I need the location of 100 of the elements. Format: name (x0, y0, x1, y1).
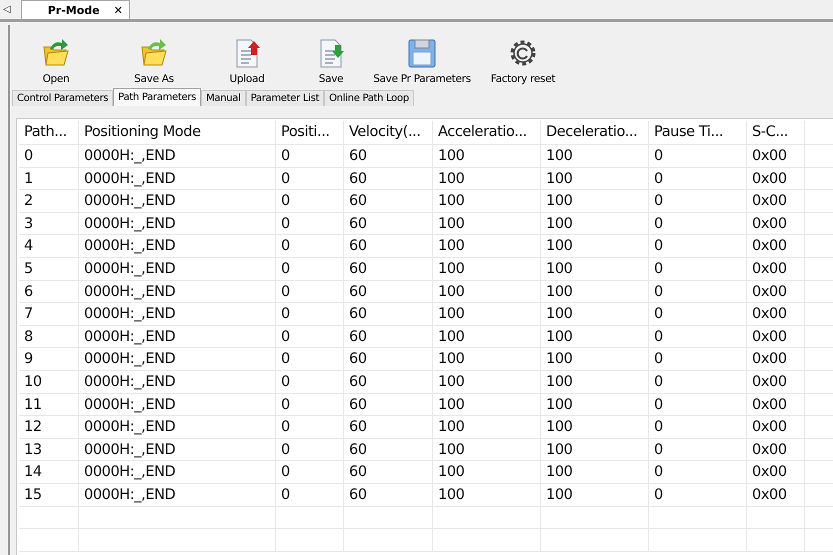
table-cell: 60 (344, 190, 433, 212)
table-cell: 60 (344, 370, 433, 393)
table-cell: 0000H:_,END (79, 212, 276, 234)
table-cell: 0000H:_,END (79, 190, 276, 212)
column-header[interactable]: S-C... (747, 121, 805, 144)
column-header[interactable]: Path... (19, 121, 79, 144)
table-cell: 60 (344, 326, 433, 348)
table-cell: 0 (276, 461, 344, 483)
column-header[interactable]: Acceleratio... (433, 121, 541, 144)
table-cell: 0000H:_,END (79, 484, 276, 506)
tab-title: Pr-Mode (48, 4, 100, 17)
toolbar-button[interactable]: Save Pr Parameters (368, 25, 476, 89)
column-header[interactable]: Deceleratio... (541, 121, 649, 144)
table-cell: 11 (19, 394, 79, 416)
table-cell: 0 (649, 190, 747, 212)
table-cell: 0000H:_,END (79, 394, 276, 416)
table-cell: 15 (19, 484, 79, 506)
tab[interactable]: Control Parameters (12, 90, 114, 106)
table-cell: 0 (649, 145, 747, 167)
table-cell: 100 (433, 235, 541, 257)
table-cell: 0000H:_,END (79, 145, 276, 167)
table-cell: 0x00 (747, 326, 805, 348)
document-tab[interactable]: Pr-Mode ✕ (20, 0, 130, 19)
table-cell: 4 (19, 235, 79, 257)
tab[interactable]: Parameter List (246, 90, 324, 106)
toolbar-button[interactable]: Upload (216, 25, 278, 89)
table-cell: 100 (433, 168, 541, 190)
table-cell: 2 (19, 190, 79, 212)
table-cell: 0 (276, 394, 344, 416)
table-cell: 0 (276, 326, 344, 348)
tab[interactable]: Path Parameters (113, 88, 202, 106)
table-cell: 0x00 (747, 370, 805, 393)
table-cell: 100 (541, 280, 649, 302)
table-cell: 100 (433, 438, 541, 460)
table-cell: 100 (433, 461, 541, 483)
table-cell: 60 (344, 258, 433, 280)
column-header[interactable]: Pause Ti... (649, 121, 747, 144)
table-cell: 100 (541, 326, 649, 348)
table-cell: 0 (276, 168, 344, 190)
table-cell: 100 (433, 145, 541, 167)
table-cell: 60 (344, 235, 433, 257)
table-cell: 0 (276, 484, 344, 506)
column-header[interactable]: Positi... (276, 121, 344, 144)
table-cell: 0 (276, 190, 344, 212)
table-cell: 0 (276, 348, 344, 370)
table-cell: 0x00 (747, 212, 805, 234)
column-header[interactable]: Velocity(... (344, 121, 433, 144)
table-cell: 0 (649, 326, 747, 348)
table-cell: 0x00 (747, 145, 805, 167)
table-cell: 0 (649, 168, 747, 190)
table-cell: 3 (19, 212, 79, 234)
table-cell: 100 (433, 348, 541, 370)
table-cell: 12 (19, 416, 79, 438)
tab[interactable]: Online Path Loop (324, 90, 414, 106)
table-cell: 0x00 (747, 394, 805, 416)
tab[interactable]: Manual (201, 90, 246, 106)
table-cell: 0 (276, 370, 344, 393)
close-icon[interactable]: ✕ (114, 4, 123, 17)
table-cell: 60 (344, 461, 433, 483)
table-cell: 0x00 (747, 348, 805, 370)
table-cell: 7 (19, 303, 79, 325)
table-cell: 60 (344, 212, 433, 234)
table-cell: 100 (433, 416, 541, 438)
table-cell: 0x00 (747, 280, 805, 302)
table-cell: 0 (276, 145, 344, 167)
toolbar-button[interactable]: Open (20, 25, 92, 89)
table-cell: 60 (344, 438, 433, 460)
table-cell: 8 (19, 326, 79, 348)
table-cell: 0 (649, 416, 747, 438)
table-cell: 100 (433, 280, 541, 302)
table-cell: 0x00 (747, 303, 805, 325)
table-cell: 0 (649, 303, 747, 325)
table-cell: 13 (19, 438, 79, 460)
table-cell: 100 (541, 235, 649, 257)
table-cell: 100 (541, 394, 649, 416)
table-cell: 0000H:_,END (79, 326, 276, 348)
table-cell: 100 (541, 438, 649, 460)
table-cell: 9 (19, 348, 79, 370)
table-cell: 100 (433, 212, 541, 234)
toolbar-button[interactable]: Factory reset (480, 25, 566, 89)
table-cell: 0 (276, 416, 344, 438)
table-cell: 0 (276, 258, 344, 280)
table-cell: 60 (344, 394, 433, 416)
table-cell: 0000H:_,END (79, 438, 276, 460)
scroll-left-button[interactable]: ◁ (0, 4, 17, 19)
table-cell: 0 (649, 348, 747, 370)
table-cell: 0x00 (747, 461, 805, 483)
table-cell: 100 (433, 258, 541, 280)
table-cell: 100 (433, 303, 541, 325)
column-header[interactable]: Positioning Mode (79, 121, 276, 144)
table-cell: 100 (541, 212, 649, 234)
table-cell: 0 (649, 438, 747, 460)
toolbar-button[interactable]: Save (304, 25, 358, 89)
table-cell: 0x00 (747, 438, 805, 460)
table-cell: 100 (433, 394, 541, 416)
table-cell: 0000H:_,END (79, 235, 276, 257)
table-cell: 60 (344, 416, 433, 438)
table-cell: 0x00 (747, 168, 805, 190)
table-cell: 0 (276, 235, 344, 257)
table-cell: 1 (19, 168, 79, 190)
